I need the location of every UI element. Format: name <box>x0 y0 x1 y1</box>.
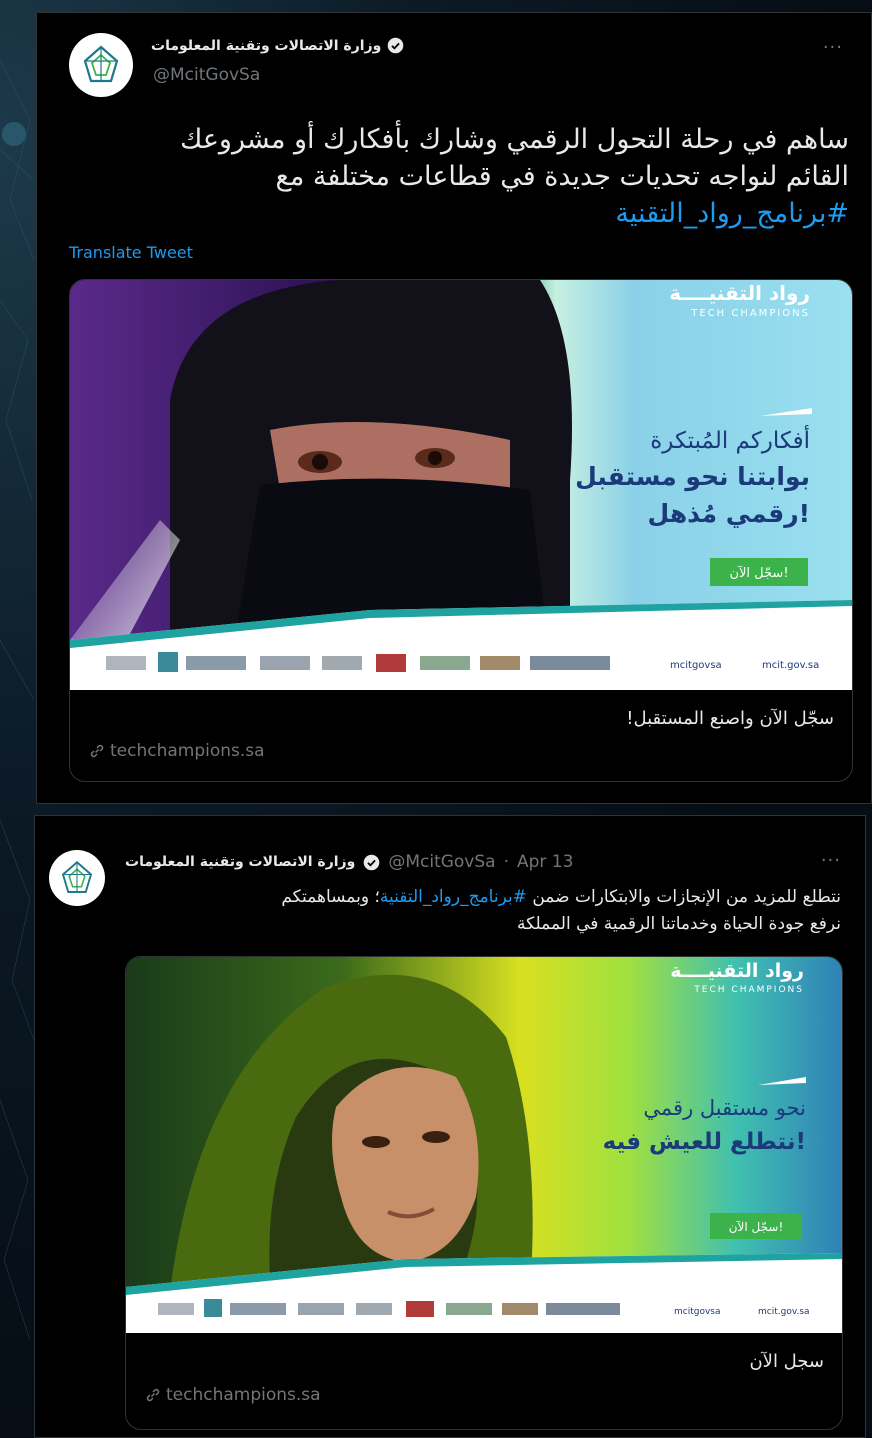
promo-headline-2: نتطلع للعيش فيه! <box>603 1129 806 1155</box>
card-link[interactable]: techchampions.sa <box>88 741 265 761</box>
card-image[interactable]: رواد التقنيــــة TECH CHAMPIONS أفكاركم … <box>70 280 852 690</box>
mcit-logo-icon <box>83 45 119 83</box>
tweet-text-line: نرفع جودة الحياة وخدماتنا الرقمية في الم… <box>516 914 841 934</box>
hashtag-link[interactable]: #برنامج_رواد_التقنية <box>380 887 527 907</box>
avatar[interactable] <box>69 33 133 97</box>
separator-dot: · <box>503 852 509 872</box>
promo-headline-1: نحو مستقبل رقمي <box>643 1096 806 1120</box>
card-link-text: techchampions.sa <box>110 741 265 761</box>
footer-social-handle: mcitgovsa <box>670 660 722 671</box>
card-title[interactable]: سجّل الآن واصنع المستقبل! <box>626 708 834 729</box>
hashtag-link[interactable]: #برنامج_رواد_التقنية <box>59 195 849 232</box>
avatar[interactable] <box>49 850 105 906</box>
tweet-text-line: القائم لنواجه تحديات جديدة في قطاعات مخت… <box>275 161 849 192</box>
tweet-text: ساهم في رحلة التحول الرقمي وشارك بأفكارك… <box>59 121 849 232</box>
brand-arabic: رواد التقنيــــة <box>669 281 810 305</box>
tweet-date[interactable]: Apr 13 <box>517 852 573 872</box>
tweet-text: نتطلع للمزيد من الإنجازات والابتكارات ضم… <box>121 884 841 938</box>
verified-badge-icon <box>388 37 404 54</box>
tweet-text-line: ساهم في رحلة التحول الرقمي وشارك بأفكارك… <box>180 124 849 155</box>
card-image[interactable]: رواد التقنيــــة TECH CHAMPIONS نحو مستق… <box>126 957 842 1333</box>
tweet-text-segment: ؛ وبمساهمتكم <box>281 887 380 907</box>
promo-headline-3: رقمي مُذهل! <box>648 499 811 528</box>
link-card[interactable]: رواد التقنيــــة TECH CHAMPIONS نحو مستق… <box>125 956 843 1430</box>
footer-social-handle: mcitgovsa <box>674 1307 721 1317</box>
card-link-text: techchampions.sa <box>166 1385 321 1405</box>
promo-headline-2: بوابتنا نحو مستقبل <box>575 462 810 492</box>
author-name-row[interactable]: وزارة الاتصالات وتقنية المعلومات <box>151 37 404 54</box>
tweet-header-row: وزارة الاتصالات وتقنية المعلومات @McitGo… <box>125 852 573 872</box>
author-name: وزارة الاتصالات وتقنية المعلومات <box>151 37 382 54</box>
tweet-text-segment: نتطلع للمزيد من الإنجازات والابتكارات ضم… <box>532 887 841 907</box>
mcit-logo-icon <box>61 860 93 893</box>
tweet-2[interactable]: وزارة الاتصالات وتقنية المعلومات @McitGo… <box>34 815 866 1438</box>
link-icon <box>146 1388 160 1402</box>
card-link[interactable]: techchampions.sa <box>144 1385 321 1405</box>
more-options-button[interactable]: ··· <box>823 37 843 58</box>
translate-tweet-link[interactable]: Translate Tweet <box>69 243 193 262</box>
brand-english: TECH CHAMPIONS <box>690 308 810 319</box>
author-handle[interactable]: @McitGovSa <box>388 852 495 872</box>
footer-website: mcit.gov.sa <box>762 660 819 671</box>
promo-cta-label: سجّل الآن! <box>729 565 788 581</box>
link-card[interactable]: رواد التقنيــــة TECH CHAMPIONS أفكاركم … <box>69 279 853 782</box>
card-title[interactable]: سجل الآن <box>749 1351 824 1372</box>
link-icon <box>90 744 104 758</box>
more-options-button[interactable]: ··· <box>821 850 841 871</box>
brand-arabic: رواد التقنيــــة <box>670 960 804 982</box>
author-name[interactable]: وزارة الاتصالات وتقنية المعلومات <box>125 854 355 870</box>
verified-badge-icon <box>364 854 380 870</box>
tweet-text-line: نتطلع للمزيد من الإنجازات والابتكارات ضم… <box>121 884 841 911</box>
promo-cta-label: سجّل الآن! <box>729 1220 784 1234</box>
brand-english: TECH CHAMPIONS <box>693 985 804 995</box>
footer-website: mcit.gov.sa <box>758 1307 810 1317</box>
author-handle[interactable]: @McitGovSa <box>153 65 260 85</box>
tweet-1[interactable]: وزارة الاتصالات وتقنية المعلومات @McitGo… <box>36 12 872 804</box>
promo-headline-1: أفكاركم المُبتكرة <box>650 425 810 454</box>
